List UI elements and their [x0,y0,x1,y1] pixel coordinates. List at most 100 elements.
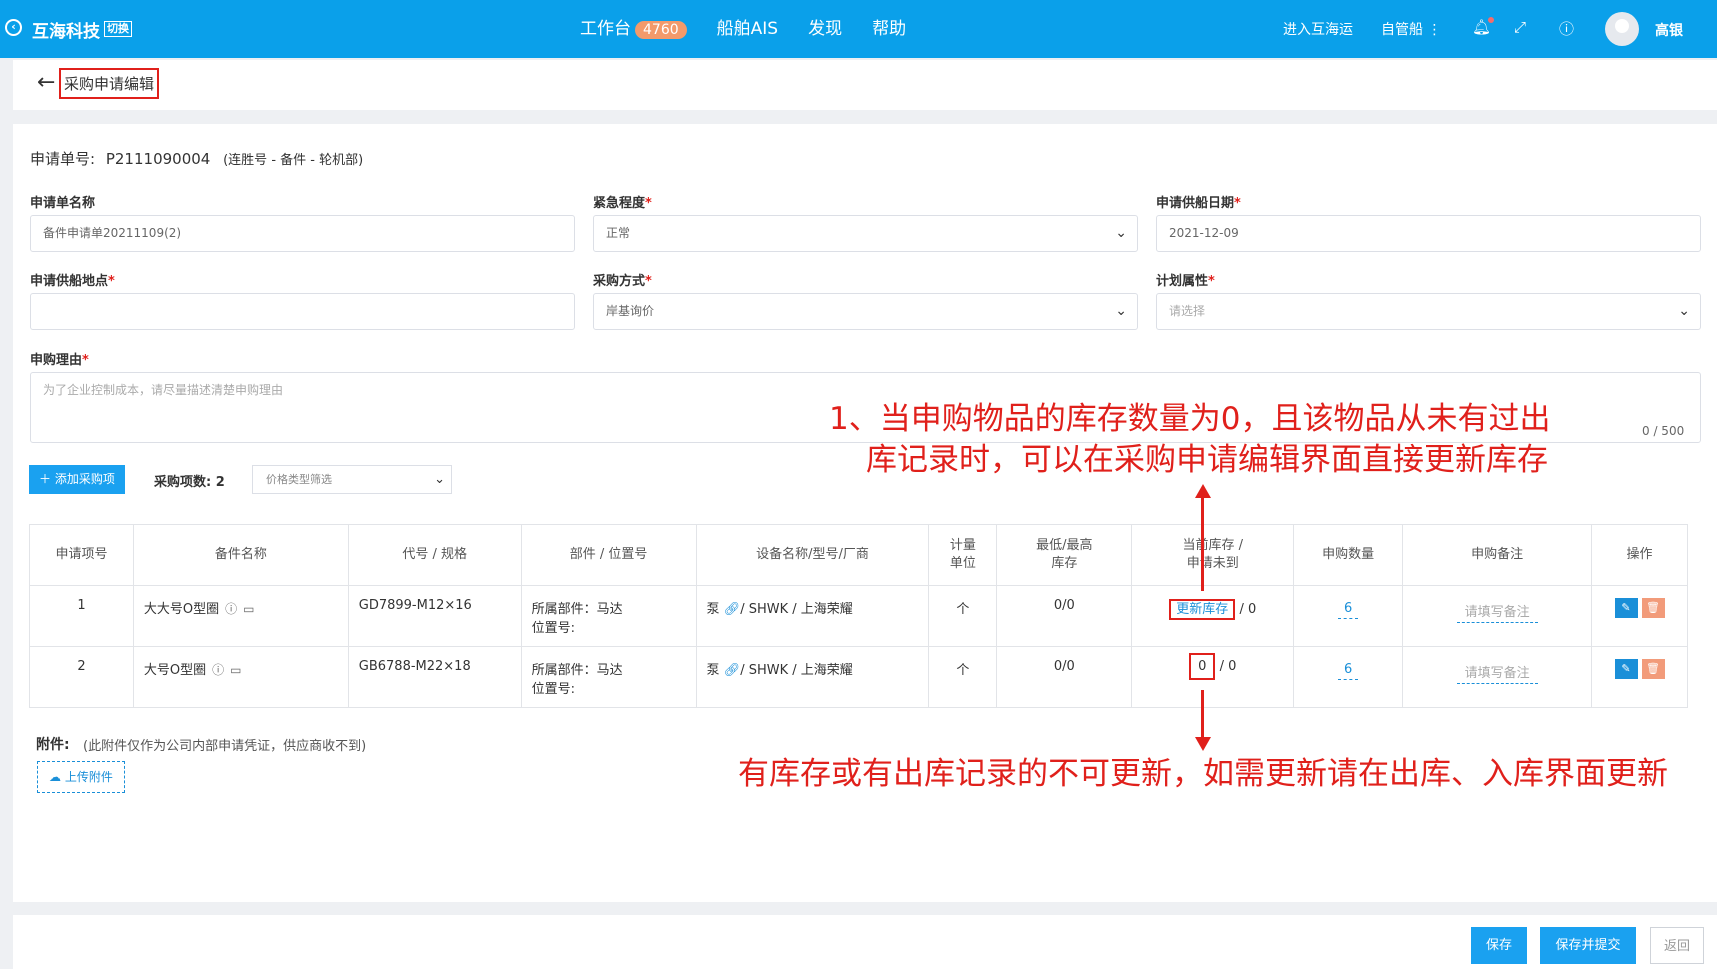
request-number-row: 申请单号: P2111090004 (连胜号 - 备件 - 轮机部) [30,148,363,169]
workbench-count-badge: 4760 [635,21,687,39]
col-current-stock-text: 当前库存 / 申请未到 [1182,538,1243,571]
annotation-line-2: 库记录时，可以在采购申请编辑界面直接更新库存 [866,442,1548,478]
part-position-cell: 所属部件：马达 位置号: [520,585,697,647]
help-circle-icon[interactable]: ⓘ [1559,18,1574,39]
request-meta: (连胜号 - 备件 - 轮机部) [223,153,364,168]
annotation-line-3: 有库存或有出库记录的不可更新，如需更新请在出库、入库界面更新 [738,756,1668,792]
reason-label-text: 申购理由 [30,353,83,368]
upload-attachment-button[interactable]: ☁︎ 上传附件 [37,761,125,793]
footer-action-bar: 保存 保存并提交 返回 [13,915,1717,969]
col-qty: 申购数量 [1293,524,1404,586]
image-icon[interactable]: ▭ [243,602,254,616]
position-no: 位置号: [531,682,576,697]
attachments-title: 附件: [36,737,70,753]
supply-date-label: 申请供船日期* [1156,192,1241,211]
item-no: 2 [29,646,134,708]
urgency-value: 正常 [606,226,631,240]
back-arrow-icon[interactable]: ← [37,70,55,95]
annotation-arrow-line-up [1201,497,1204,591]
supply-date-label-text: 申请供船日期 [1156,196,1235,211]
table-header-row: 申请项号 备件名称 代号 / 规格 部件 / 位置号 设备名称/型号/厂商 计量… [29,524,1688,586]
current-stock-cell: 0 / 0 [1131,646,1295,708]
remark-cell: 请填写备注 [1402,646,1592,708]
actions-cell: ✎ 🗑︎ [1591,646,1688,708]
unit: 个 [928,585,998,647]
request-name-input[interactable]: 备件申请单20211109(2) [30,215,575,252]
equipment-cell: 泵 🔗︎/ SHWK / 上海荣耀 [695,585,930,647]
chevron-down-icon: ⌄ [434,472,445,487]
count-label: 采购项数: [154,475,212,490]
update-stock-link[interactable]: 更新库存 [1169,599,1236,620]
delete-icon[interactable]: 🗑︎ [1641,659,1665,679]
link-icon[interactable]: 🔗︎ [724,602,741,617]
nav-help[interactable]: 帮助 [872,14,906,39]
current-stock-value: 0 [1189,653,1216,680]
self-managed-ship-menu[interactable]: 自管船 ⋮ [1381,19,1441,39]
cloud-upload-icon: ☁︎ [49,770,61,784]
edit-icon[interactable]: ✎ [1614,659,1638,679]
price-type-filter-select[interactable]: 价格类型筛选 ⌄ [252,465,452,494]
purchase-items-table: 申请项号 备件名称 代号 / 规格 部件 / 位置号 设备名称/型号/厂商 计量… [29,524,1688,708]
table-row: 1 大大号O型圈 ⓘ ▭ GD7899-M12×16 所属部件：马达 位置号: 泵 🔗… [29,585,1688,647]
reason-char-counter: 0 / 500 [1642,424,1685,438]
top-navigation-bar: ‹ 互海科技 切换 工作台 4760 船舶AIS 发现 帮助 进入互海运 自管船 … [0,0,1717,58]
avatar[interactable] [1605,12,1639,46]
min-max-stock: 0/0 [996,585,1133,647]
back-button[interactable]: 返回 [1650,927,1704,964]
fullscreen-icon[interactable]: ⤢ [1514,18,1526,36]
info-icon[interactable]: ⓘ [212,663,224,677]
code-spec: GB6788-M22×18 [347,646,522,708]
col-current-stock: 当前库存 / 申请未到 [1131,524,1295,586]
edit-icon[interactable]: ✎ [1614,598,1638,618]
plan-attr-label-text: 计划属性 [1156,274,1209,289]
purchase-method-label: 采购方式* [593,270,652,289]
col-code-spec: 代号 / 规格 [347,524,522,586]
col-unit: 计量单位 [928,524,998,586]
link-icon[interactable]: 🔗︎ [724,663,741,678]
nav-workbench[interactable]: 工作台 4760 [580,14,687,39]
save-button[interactable]: 保存 [1471,927,1527,964]
equipment-info: / SHWK / 上海荣耀 [740,602,853,617]
switch-company-button[interactable]: 切换 [104,21,132,37]
delete-icon[interactable]: 🗑︎ [1641,598,1665,618]
pending-qty: / 0 [1239,602,1257,617]
col-min-max-text: 最低/最高库存 [1036,538,1093,571]
equipment-cell: 泵 🔗︎/ SHWK / 上海荣耀 [695,646,930,708]
col-part-name: 备件名称 [132,524,349,586]
nav-ship-ais[interactable]: 船舶AIS [717,14,778,39]
min-max-stock: 0/0 [996,646,1133,708]
col-item-no: 申请项号 [29,524,134,586]
attachments-note: (此附件仅作为公司内部申请凭证，供应商收不到) [83,739,367,754]
save-submit-button[interactable]: 保存并提交 [1540,927,1636,964]
urgency-select[interactable]: 正常 ⌄ [593,215,1138,252]
notification-dot [1488,17,1494,23]
annotation-arrow-line-down [1201,690,1204,738]
col-actions: 操作 [1591,524,1688,586]
user-name[interactable]: 高银 [1655,20,1683,40]
supply-place-input[interactable] [30,293,575,330]
col-unit-text: 计量单位 [949,538,976,571]
plan-attr-select[interactable]: 请选择 ⌄ [1156,293,1701,330]
info-icon[interactable]: ⓘ [225,602,237,616]
supply-date-input[interactable]: 2021-12-09 [1156,215,1701,252]
nav-discover[interactable]: 发现 [808,14,842,39]
part-name: 大大号O型圈 [143,602,220,617]
remark-cell: 请填写备注 [1402,585,1592,647]
remark-input[interactable]: 请填写备注 [1456,601,1538,623]
back-circle-icon[interactable]: ‹ [5,19,22,36]
urgency-label-text: 紧急程度 [593,196,646,211]
part-belongs: 所属部件：马达 [531,602,623,617]
part-name: 大号O型圈 [143,663,207,678]
arrow-up-icon [1195,484,1211,498]
purchase-item-count: 采购项数: 2 [154,471,225,490]
qty-input[interactable]: 6 [1338,662,1359,680]
purchase-method-select[interactable]: 岸基询价 ⌄ [593,293,1138,330]
reason-label: 申购理由* [30,349,89,368]
remark-input[interactable]: 请填写备注 [1456,662,1538,684]
enter-huhaiyun-link[interactable]: 进入互海运 [1283,19,1353,39]
col-equipment: 设备名称/型号/厂商 [695,524,930,586]
image-icon[interactable]: ▭ [230,663,241,677]
qty-input[interactable]: 6 [1338,601,1359,619]
add-purchase-item-button[interactable]: ＋ 添加采购项 [29,465,125,494]
required-mark: * [82,353,89,368]
